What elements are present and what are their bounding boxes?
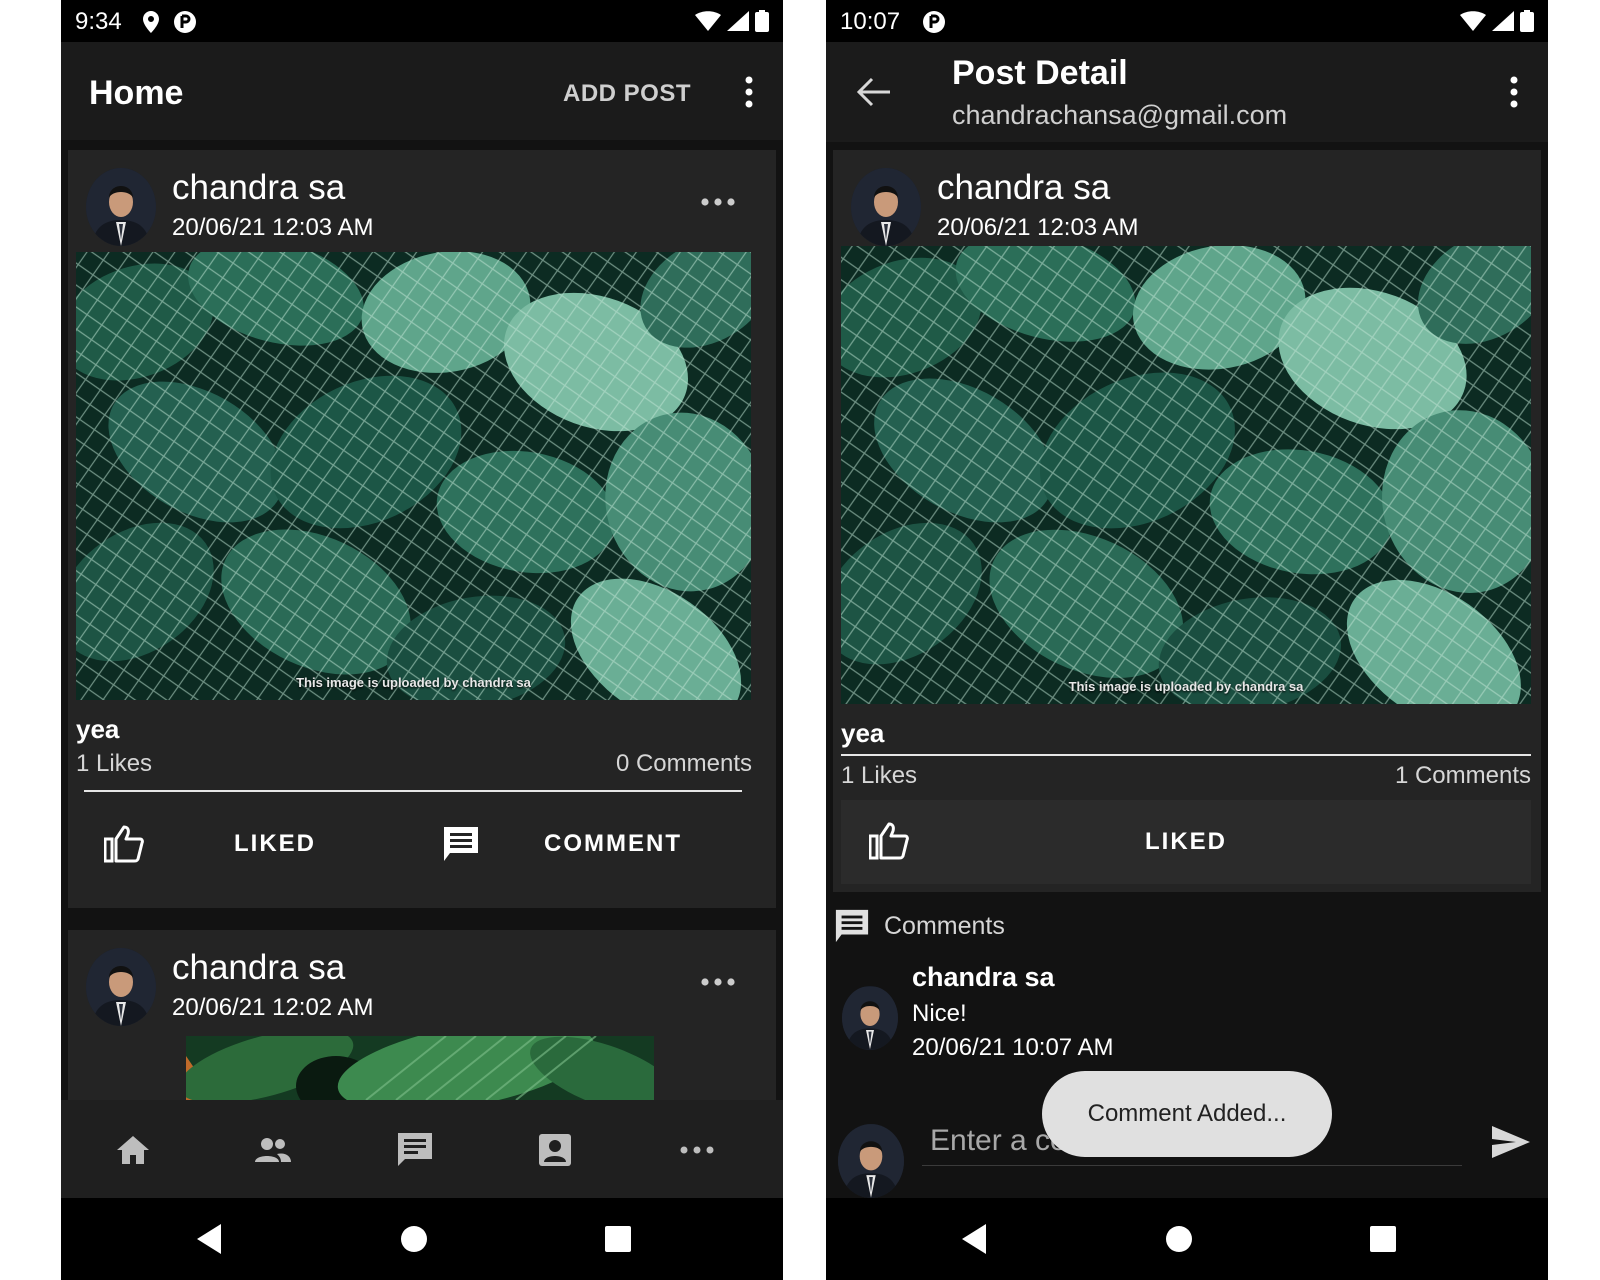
post-caption: yea (76, 714, 120, 744)
comments-header-label: Comments (884, 911, 1005, 940)
top-app-bar: Home ADD POST (61, 42, 783, 140)
status-time: 9:34 (75, 8, 122, 35)
back-nav-icon[interactable] (958, 1222, 992, 1256)
top-app-bar: Post Detail chandrachansa@gmail.com (826, 42, 1548, 142)
like-bar: LIKED (841, 800, 1531, 884)
post-image[interactable] (186, 1036, 654, 1100)
recents-nav-icon[interactable] (601, 1222, 635, 1256)
app-notification-icon (174, 11, 196, 33)
leaves-photo (841, 246, 1531, 704)
avatar[interactable] (842, 986, 898, 1050)
comment-author[interactable]: chandra sa (912, 962, 1055, 993)
back-nav-icon[interactable] (193, 1222, 227, 1256)
home-nav-icon[interactable] (397, 1222, 431, 1256)
comment-button[interactable]: COMMENT (442, 816, 682, 872)
comments-section-header: Comments (834, 908, 1005, 944)
post-author[interactable]: chandra sa (172, 948, 345, 988)
status-bar: 9:34 (61, 0, 783, 42)
app-notification-icon (923, 11, 945, 33)
avatar-photo (86, 168, 156, 246)
status-time: 10:07 (840, 8, 901, 35)
battery-icon (1520, 10, 1534, 32)
post-timestamp: 20/06/21 12:03 AM (172, 214, 374, 241)
back-arrow-icon[interactable] (856, 76, 892, 108)
avatar (838, 1124, 904, 1198)
comments-count[interactable]: 0 Comments (616, 750, 752, 778)
divider (84, 790, 742, 792)
wifi-icon (695, 11, 721, 31)
post-image[interactable]: This image is uploaded by chandra sa (76, 252, 751, 700)
page-title: Post Detail (952, 54, 1128, 92)
post-timestamp: 20/06/21 12:03 AM (937, 214, 1139, 241)
like-label: LIKED (234, 830, 316, 857)
thumbs-up-icon (104, 825, 144, 863)
more-horizontal-icon[interactable] (700, 976, 736, 988)
people-icon[interactable] (253, 1130, 293, 1170)
more-icon[interactable] (677, 1130, 717, 1170)
like-button[interactable]: LIKED (841, 828, 1531, 856)
chat-icon[interactable] (395, 1130, 435, 1170)
toast-message: Comment Added... (1042, 1071, 1332, 1157)
home-screen: 9:34 Home ADD POST chandra sa 20/06/21 1… (61, 0, 783, 1280)
comment-label: COMMENT (544, 830, 682, 857)
divider (841, 754, 1531, 756)
home-nav-icon[interactable] (1162, 1222, 1196, 1256)
comment-item: chandra sa Nice! 20/06/21 10:07 AM (826, 958, 1548, 1068)
avatar[interactable] (851, 168, 921, 246)
avatar[interactable] (86, 168, 156, 246)
image-watermark: This image is uploaded by chandra sa (1068, 679, 1304, 694)
post-author[interactable]: chandra sa (937, 168, 1110, 208)
post-card: chandra sa 20/06/21 12:02 AM (68, 930, 776, 1100)
system-navigation-bar (61, 1198, 783, 1280)
comment-timestamp: 20/06/21 10:07 AM (912, 1034, 1114, 1061)
send-icon[interactable] (1490, 1124, 1532, 1160)
location-icon (143, 11, 159, 33)
avatar-photo (851, 168, 921, 246)
add-post-button[interactable]: ADD POST (563, 80, 691, 108)
overflow-menu-icon[interactable] (737, 74, 761, 110)
leaves-photo (186, 1036, 654, 1100)
home-icon[interactable] (113, 1130, 153, 1170)
like-button[interactable]: LIKED (104, 816, 316, 872)
post-image[interactable]: This image is uploaded by chandra sa (841, 246, 1531, 704)
post-caption: yea (841, 718, 885, 748)
post-author[interactable]: chandra sa (172, 168, 345, 208)
battery-icon (755, 10, 769, 32)
avatar-photo (86, 948, 156, 1026)
leaves-photo (76, 252, 751, 700)
signal-icon (727, 11, 749, 31)
status-bar: 10:07 (826, 0, 1548, 42)
comment-icon (835, 909, 869, 943)
post-card: chandra sa 20/06/21 12:03 AM This image … (833, 150, 1541, 892)
post-card: chandra sa 20/06/21 12:03 AM This image … (68, 150, 776, 908)
system-navigation-bar (826, 1198, 1548, 1280)
overflow-menu-icon[interactable] (1502, 74, 1526, 110)
more-horizontal-icon[interactable] (700, 196, 736, 208)
avatar[interactable] (86, 948, 156, 1026)
post-detail-screen: 10:07 Post Detail chandrachansa@gmail.co… (826, 0, 1548, 1280)
recents-nav-icon[interactable] (1366, 1222, 1400, 1256)
comments-count[interactable]: 1 Comments (1395, 762, 1531, 790)
likes-count[interactable]: 1 Likes (841, 762, 917, 790)
wifi-icon (1460, 11, 1486, 31)
avatar-photo (842, 986, 898, 1050)
profile-icon[interactable] (535, 1130, 575, 1170)
bottom-navigation (61, 1100, 783, 1198)
comment-text: Nice! (912, 1000, 967, 1027)
comment-icon (444, 827, 478, 861)
likes-count[interactable]: 1 Likes (76, 750, 152, 778)
avatar-photo (838, 1124, 904, 1198)
user-email: chandrachansa@gmail.com (952, 100, 1288, 130)
page-title: Home (89, 74, 184, 112)
image-watermark: This image is uploaded by chandra sa (296, 675, 531, 690)
post-timestamp: 20/06/21 12:02 AM (172, 994, 374, 1021)
signal-icon (1492, 11, 1514, 31)
